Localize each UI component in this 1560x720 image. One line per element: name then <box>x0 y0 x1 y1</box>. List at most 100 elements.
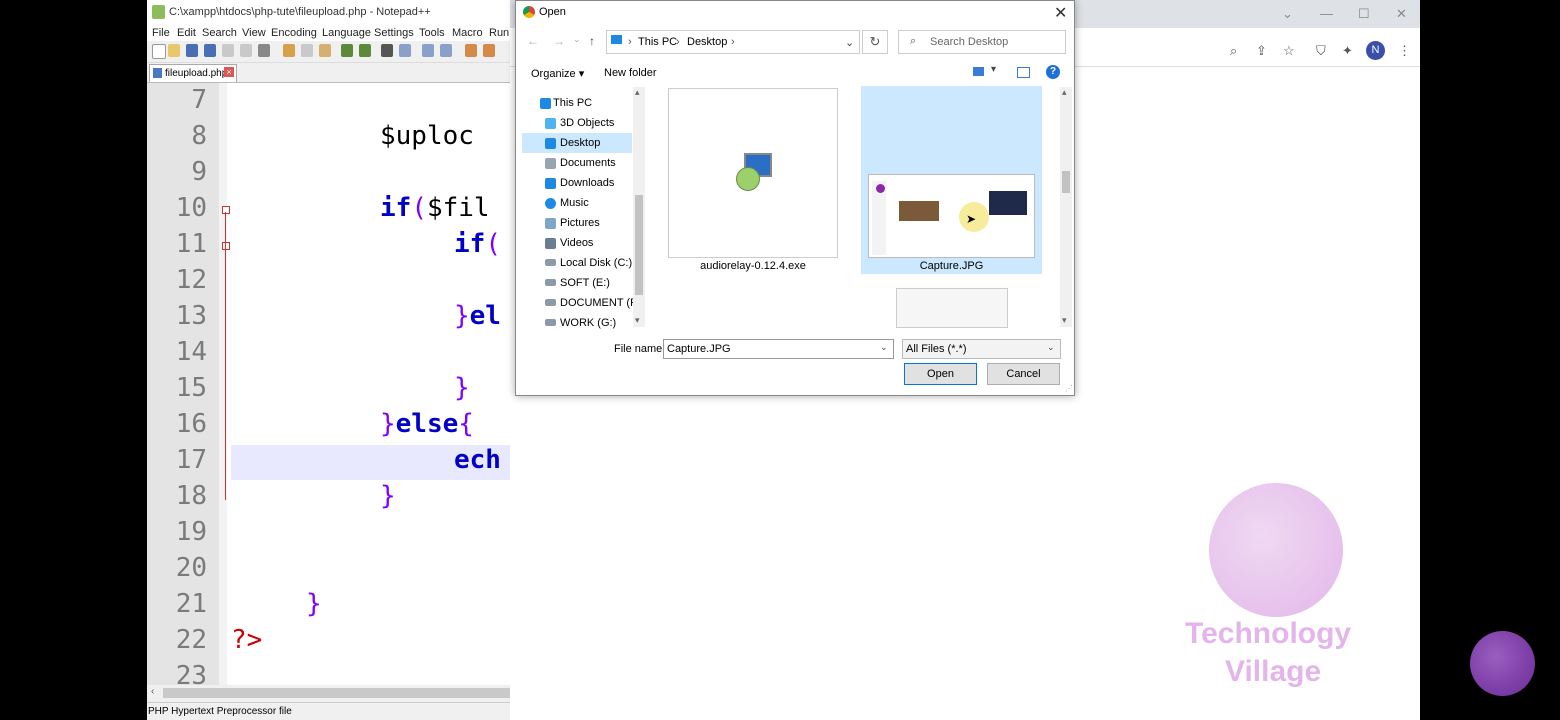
cancel-button[interactable]: Cancel <box>987 363 1060 385</box>
drive-icon <box>545 279 556 286</box>
shield-icon[interactable]: ⛉ <box>1316 43 1326 59</box>
chevron-down-icon[interactable]: ⌄ <box>880 342 888 353</box>
address-bar[interactable]: › This PC › Desktop › ⌄ <box>606 30 860 54</box>
find-icon[interactable] <box>381 44 393 57</box>
breadcrumb-desktop[interactable]: Desktop <box>687 36 727 48</box>
sidebar-item-music[interactable]: Music <box>560 197 589 209</box>
close-window-icon[interactable]: ✕ <box>1396 6 1407 22</box>
menu-view[interactable]: View <box>242 27 266 39</box>
cut-icon[interactable] <box>283 44 295 57</box>
horizontal-scrollbar[interactable]: ‹ <box>147 685 510 701</box>
help-icon[interactable]: ? <box>1046 65 1060 79</box>
sidebar-item-work[interactable]: WORK (G:) <box>560 317 616 329</box>
search-input[interactable]: Search Desktop <box>930 36 1008 48</box>
menu-macro[interactable]: Macro <box>452 27 483 39</box>
sidebar-item-videos[interactable]: Videos <box>560 237 593 249</box>
navigation-scrollbar[interactable]: ▴ ▾ <box>633 87 645 327</box>
preview-pane-icon[interactable] <box>1017 67 1030 78</box>
drive-icon <box>545 319 556 326</box>
menu-file[interactable]: File <box>152 27 170 39</box>
organize-button[interactable]: Organize ▾ <box>531 67 584 80</box>
sidebar-item-local-disk[interactable]: Local Disk (C:) <box>560 257 632 269</box>
resize-grip-icon[interactable]: ⋰ <box>1065 384 1073 393</box>
menu-settings[interactable]: Settings <box>374 27 414 39</box>
kebab-menu-icon[interactable]: ⋮ <box>1398 43 1411 59</box>
filename-field[interactable]: Capture.JPG ⌄ <box>663 339 894 359</box>
sidebar-item-soft[interactable]: SOFT (E:) <box>560 277 610 289</box>
sidebar-item-document[interactable]: DOCUMENT (F:) <box>560 297 644 309</box>
zoom-in-icon[interactable] <box>422 44 434 57</box>
minimize-icon[interactable]: — <box>1320 6 1333 21</box>
back-arrow-icon[interactable]: ← <box>527 34 539 48</box>
redo-icon[interactable] <box>359 44 371 57</box>
new-file-icon[interactable] <box>152 44 166 59</box>
recent-chevron-icon[interactable]: ⌄ <box>573 34 581 45</box>
close-all-icon[interactable] <box>240 44 252 57</box>
menu-search[interactable]: Search <box>202 27 237 39</box>
sidebar-item-desktop[interactable]: Desktop <box>560 137 600 149</box>
sidebar-item-3d-objects[interactable]: 3D Objects <box>560 117 614 129</box>
menu-edit[interactable]: Edit <box>177 27 196 39</box>
scroll-down-icon[interactable]: ▾ <box>1062 315 1067 326</box>
zoom-out-icon[interactable] <box>440 44 452 57</box>
view-options-icon[interactable] <box>973 67 984 76</box>
sidebar-item-documents[interactable]: Documents <box>560 157 616 169</box>
zoom-icon[interactable]: ⌕ <box>1230 43 1237 59</box>
forward-arrow-icon[interactable]: → <box>553 34 565 48</box>
filetype-select[interactable]: All Files (*.*) ⌄ <box>902 339 1061 359</box>
close-tab-icon[interactable]: × <box>224 67 234 77</box>
scroll-thumb[interactable] <box>163 688 510 698</box>
new-folder-button[interactable]: New folder <box>604 67 657 79</box>
chevron-down-icon[interactable]: ⌄ <box>845 36 854 49</box>
tab-fileupload[interactable]: fileupload.php × <box>149 64 237 82</box>
scroll-down-icon[interactable]: ▾ <box>635 315 640 326</box>
line-number: 8 <box>191 121 207 151</box>
scroll-left-icon[interactable]: ‹ <box>151 686 154 697</box>
view-chevron-icon[interactable]: ▾ <box>991 64 996 75</box>
files-scrollbar[interactable]: ▴ ▾ <box>1060 87 1072 327</box>
extensions-icon[interactable]: ✦ <box>1342 43 1353 59</box>
sidebar-item-downloads[interactable]: Downloads <box>560 177 614 189</box>
file-label: audiorelay-0.12.4.exe <box>700 260 806 272</box>
copy-icon[interactable] <box>301 44 313 57</box>
paste-icon[interactable] <box>319 44 331 57</box>
notepadpp-icon <box>152 5 165 19</box>
fold-marker[interactable] <box>222 206 230 214</box>
scroll-thumb[interactable] <box>635 195 643 295</box>
fold-marker[interactable] <box>222 242 230 250</box>
save-icon[interactable] <box>186 44 198 57</box>
file-tile-selected[interactable]: ➤ Capture.JPG <box>861 86 1042 274</box>
chevron-down-icon[interactable]: ⌄ <box>1282 6 1293 22</box>
star-icon[interactable]: ☆ <box>1283 43 1295 59</box>
sidebar-item-this-pc[interactable]: This PC <box>553 97 592 109</box>
close-icon[interactable]: ✕ <box>1054 3 1067 23</box>
menu-run[interactable]: Run <box>489 27 509 39</box>
search-box[interactable]: ⌕ Search Desktop <box>898 30 1066 54</box>
file-tile[interactable]: audiorelay-0.12.4.exe <box>668 88 838 272</box>
open-button[interactable]: Open <box>904 363 977 385</box>
open-file-icon[interactable] <box>168 44 180 57</box>
scroll-thumb[interactable] <box>1062 171 1070 193</box>
document-file-icon[interactable] <box>896 288 1008 328</box>
scroll-up-icon[interactable]: ▴ <box>635 87 640 98</box>
sidebar-item-pictures[interactable]: Pictures <box>560 217 600 229</box>
replace-icon[interactable] <box>399 44 411 57</box>
share-icon[interactable]: ⇪ <box>1256 43 1267 59</box>
close-file-icon[interactable] <box>222 44 234 57</box>
print-icon[interactable] <box>258 44 270 57</box>
line-number: 9 <box>191 157 207 187</box>
word-wrap-icon[interactable] <box>483 44 495 57</box>
sync-scroll-icon[interactable] <box>465 44 477 57</box>
avatar[interactable]: N <box>1366 41 1385 60</box>
breadcrumb-this-pc[interactable]: This PC <box>638 36 677 48</box>
up-arrow-icon[interactable]: ↑ <box>589 34 595 48</box>
refresh-icon[interactable]: ↻ <box>862 30 888 54</box>
menu-language[interactable]: Language <box>322 27 371 39</box>
maximize-icon[interactable]: ☐ <box>1358 6 1370 22</box>
scroll-up-icon[interactable]: ▴ <box>1062 87 1067 98</box>
undo-icon[interactable] <box>341 44 353 57</box>
menu-tools[interactable]: Tools <box>419 27 445 39</box>
menu-encoding[interactable]: Encoding <box>271 27 317 39</box>
save-all-icon[interactable] <box>204 44 216 57</box>
chevron-down-icon[interactable]: ⌄ <box>1047 342 1055 353</box>
